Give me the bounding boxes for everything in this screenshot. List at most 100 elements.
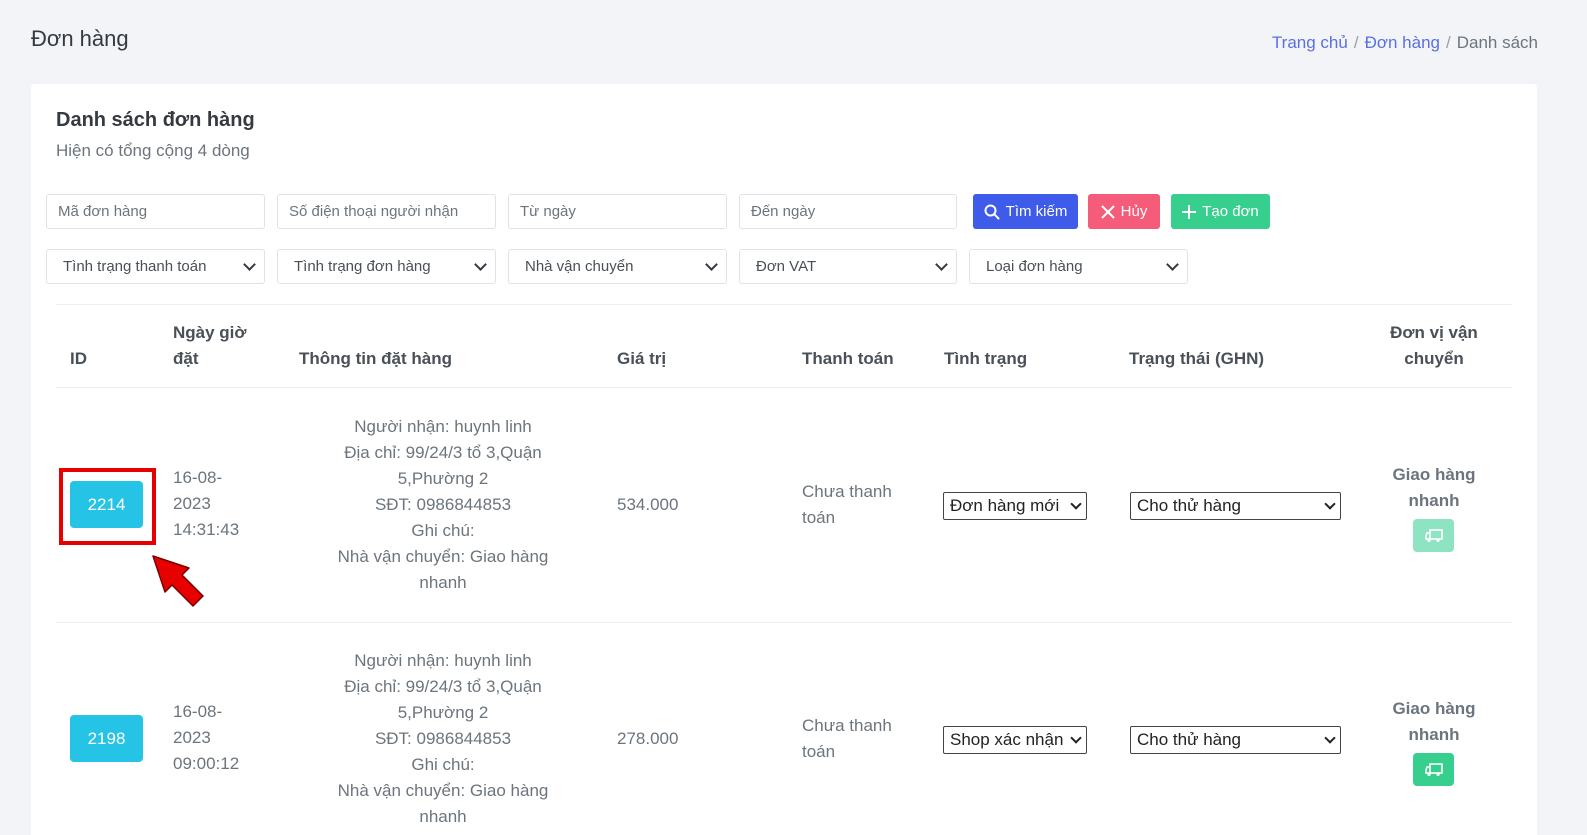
order-list-card: Danh sách đơn hàng Hiện có tổng cộng 4 d… <box>31 84 1537 835</box>
carrier-name-line1: Giao hàng <box>1392 699 1476 718</box>
ghn-status-select[interactable]: Cho thử hàng <box>1130 726 1341 754</box>
breadcrumb-separator: / <box>1353 33 1359 52</box>
breadcrumb-orders-link[interactable]: Đơn hàng <box>1365 33 1440 53</box>
truck-icon <box>1424 762 1443 777</box>
order-info-address-cont: 5,Phường 2 <box>397 469 489 488</box>
order-type-select[interactable]: Loại đơn hàng <box>969 249 1188 284</box>
chevron-down-icon <box>1166 257 1179 271</box>
row-count-text: Hiện có tổng cộng 4 dòng <box>56 141 250 160</box>
create-order-button[interactable]: Tạo đơn <box>1171 194 1270 229</box>
order-info-shipper-cont: nhanh <box>419 573 467 592</box>
ship-order-button[interactable] <box>1413 519 1454 552</box>
header-date-line2: đặt <box>173 349 199 368</box>
order-id-input[interactable]: Mã đơn hàng <box>46 194 265 229</box>
header-date-line1: Ngày giờ <box>173 323 247 342</box>
vat-select[interactable]: Đơn VAT <box>739 249 957 284</box>
order-info-recipient: Người nhận: huynh linh <box>354 417 532 436</box>
search-icon <box>984 204 1000 220</box>
carrier-name-line1: Giao hàng <box>1392 465 1476 484</box>
breadcrumb-home-link[interactable]: Trang chủ <box>1272 33 1348 53</box>
close-icon <box>1100 204 1115 219</box>
chevron-down-icon <box>705 257 718 271</box>
header-carrier-line2: chuyển <box>1404 349 1464 368</box>
header-value: Giá trị <box>617 349 667 368</box>
chevron-down-icon <box>935 257 948 271</box>
breadcrumb-current: Danh sách <box>1456 33 1538 52</box>
carrier-name-line2: nhanh <box>1408 725 1460 744</box>
header-ghn-status: Trạng thái (GHN) <box>1129 349 1265 368</box>
order-info-phone: SĐT: 0986844853 <box>374 729 512 748</box>
chevron-down-icon <box>1070 732 1082 744</box>
order-status-select[interactable]: Tình trạng đơn hàng <box>277 249 496 284</box>
ghn-status-select-value: Cho thử hàng <box>1137 496 1242 515</box>
order-info-address-cont: 5,Phường 2 <box>397 703 489 722</box>
order-date-line3: 14:31:43 <box>173 520 240 539</box>
card-title: Danh sách đơn hàng <box>56 109 255 131</box>
order-info-note: Ghi chú: <box>411 755 475 774</box>
cancel-button-label: Hủy <box>1120 203 1148 220</box>
chevron-down-icon <box>474 257 487 271</box>
chevron-down-icon <box>1070 498 1082 510</box>
header-payment: Thanh toán <box>802 349 894 368</box>
cancel-button[interactable]: Hủy <box>1088 194 1160 229</box>
ghn-status-select[interactable]: Cho thử hàng <box>1130 492 1341 520</box>
from-date-input[interactable]: Từ ngày <box>508 194 727 229</box>
order-info-shipper-cont: nhanh <box>419 807 467 826</box>
order-date-line1: 16-08- <box>173 702 223 721</box>
chevron-down-icon <box>243 257 256 271</box>
order-info-recipient: Người nhận: huynh linh <box>354 651 532 670</box>
plus-icon <box>1182 204 1197 219</box>
breadcrumb-separator: / <box>1445 33 1451 52</box>
payment-status-select[interactable]: Tình trạng thanh toán <box>46 249 265 284</box>
truck-icon <box>1424 528 1443 543</box>
create-order-button-label: Tạo đơn <box>1202 203 1259 220</box>
header-status: Tình trạng <box>944 349 1028 368</box>
shipper-select[interactable]: Nhà vận chuyển <box>508 249 727 284</box>
row-status-select-value: Đơn hàng mới <box>950 496 1060 515</box>
chevron-down-icon <box>1324 732 1336 744</box>
row-status-select[interactable]: Shop xác nhận <box>943 726 1087 754</box>
order-date-line2: 2023 <box>173 494 211 513</box>
header-divider <box>56 387 1512 388</box>
payment-status-line2: toán <box>802 508 836 527</box>
pointer-arrow-icon <box>151 554 206 614</box>
search-button[interactable]: Tìm kiếm <box>973 194 1078 229</box>
order-date-line1: 16-08- <box>173 468 223 487</box>
phone-input[interactable]: Số điện thoại người nhận <box>277 194 496 229</box>
vat-select-value: Đơn VAT <box>756 258 817 275</box>
payment-status-line1: Chưa thanh <box>802 482 892 501</box>
order-date-line2: 2023 <box>173 728 211 747</box>
chevron-down-icon <box>1324 498 1336 510</box>
order-info-note: Ghi chú: <box>411 521 475 540</box>
order-info-phone: SĐT: 0986844853 <box>374 495 512 514</box>
order-info-shipper: Nhà vận chuyển: Giao hàng <box>337 547 549 566</box>
header-carrier-line1: Đơn vị vận <box>1390 323 1478 342</box>
ship-order-button[interactable] <box>1413 753 1454 786</box>
payment-status-line1: Chưa thanh <box>802 716 892 735</box>
table-top-border <box>56 304 1512 305</box>
order-status-select-value: Tình trạng đơn hàng <box>294 258 431 275</box>
order-value: 278.000 <box>617 729 679 748</box>
payment-status-select-value: Tình trạng thanh toán <box>63 258 207 275</box>
row-divider <box>56 622 1512 623</box>
breadcrumb: Trang chủ / Đơn hàng / Danh sách <box>1272 33 1538 53</box>
payment-status-line2: toán <box>802 742 836 761</box>
order-info-address: Địa chỉ: 99/24/3 tổ 3,Quận <box>344 443 542 462</box>
carrier-name-line2: nhanh <box>1408 491 1460 510</box>
annotation-highlight-box <box>59 468 156 545</box>
header-id: ID <box>70 349 87 368</box>
order-value: 534.000 <box>617 495 679 514</box>
to-date-input[interactable]: Đến ngày <box>739 194 957 229</box>
order-date-line3: 09:00:12 <box>173 754 240 773</box>
row-status-select-value: Shop xác nhận <box>950 730 1064 749</box>
order-id-button-2198[interactable]: 2198 <box>70 715 143 762</box>
row-status-select[interactable]: Đơn hàng mới <box>943 492 1087 520</box>
order-info-shipper: Nhà vận chuyển: Giao hàng <box>337 781 549 800</box>
header-order-info: Thông tin đặt hàng <box>299 349 452 368</box>
page-title: Đơn hàng <box>31 26 129 51</box>
shipper-select-value: Nhà vận chuyển <box>525 258 634 275</box>
order-info-address: Địa chỉ: 99/24/3 tổ 3,Quận <box>344 677 542 696</box>
order-type-select-value: Loại đơn hàng <box>986 258 1083 275</box>
ghn-status-select-value: Cho thử hàng <box>1137 730 1242 749</box>
search-button-label: Tìm kiếm <box>1005 203 1068 220</box>
